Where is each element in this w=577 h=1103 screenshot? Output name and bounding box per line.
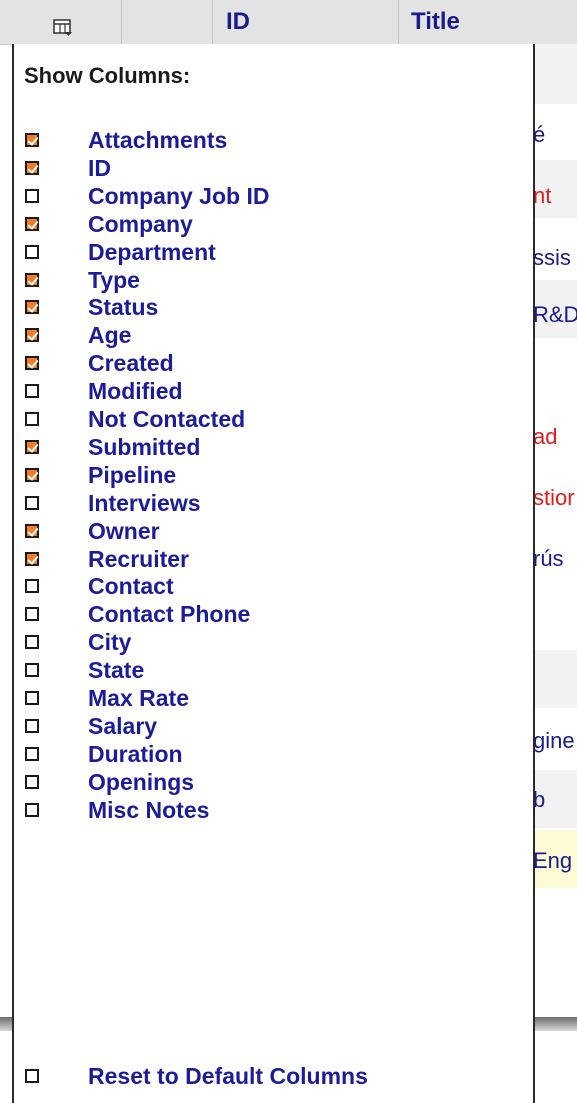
column-header-title[interactable]: Title [411,8,460,36]
row-title-fragment[interactable]: Eng [533,848,572,874]
column-checkbox[interactable] [25,551,39,566]
column-checkbox[interactable] [25,188,39,203]
column-checkbox[interactable] [25,216,39,231]
column-option-misc-notes[interactable]: Misc Notes [24,797,524,825]
column-checkbox[interactable] [25,523,39,538]
column-checkbox[interactable] [25,718,39,733]
column-checkbox[interactable] [25,774,39,789]
row-title-fragment[interactable]: gine [533,728,575,754]
column-option-owner[interactable]: Owner [24,518,524,546]
column-checkbox[interactable] [25,412,39,426]
column-option-interviews[interactable]: Interviews [24,490,524,518]
column-checkbox[interactable] [25,635,39,650]
column-option-city[interactable]: City [24,629,524,657]
column-option-label[interactable]: Pipeline [88,462,176,489]
column-option-label[interactable]: ID [88,155,111,182]
column-option-label[interactable]: Openings [88,769,194,796]
columns-icon[interactable] [53,19,73,37]
column-option-label[interactable]: Not Contacted [88,406,245,433]
column-checkbox[interactable] [25,160,39,175]
column-option-submitted[interactable]: Submitted [24,434,524,462]
column-option-pipeline[interactable]: Pipeline [24,462,524,490]
column-option-label[interactable]: Recruiter [88,546,189,573]
column-option-max-rate[interactable]: Max Rate [24,685,524,713]
column-checkbox[interactable] [25,272,39,287]
column-option-label[interactable]: Company Job ID [88,183,269,210]
column-checkbox[interactable] [25,746,39,761]
row-title-fragment[interactable]: ad [533,424,557,450]
column-checkbox[interactable] [25,802,39,817]
column-option-label[interactable]: Contact [88,573,174,600]
column-checkbox[interactable] [25,439,39,454]
column-option-label[interactable]: Modified [88,378,183,405]
column-option-label[interactable]: City [88,629,131,656]
reset-default-columns-option[interactable]: Reset to Default Columns [24,1063,524,1091]
row-title-fragment[interactable]: rús [533,546,564,572]
column-option-contact[interactable]: Contact [24,573,524,601]
column-option-id[interactable]: ID [24,155,524,183]
table-row [533,44,577,104]
row-title-fragment[interactable]: R&D [533,302,577,328]
table-body-visible-edge: é nt ssis R&D ad stior rús gine b Eng [533,0,577,1103]
header-cell-columns[interactable] [0,0,122,44]
column-option-attachments[interactable]: Attachments [24,127,524,155]
column-option-status[interactable]: Status [24,294,524,322]
column-option-duration[interactable]: Duration [24,741,524,769]
column-checkbox[interactable] [25,607,39,622]
column-option-contact-phone[interactable]: Contact Phone [24,601,524,629]
column-option-not-contacted[interactable]: Not Contacted [24,406,524,434]
column-option-created[interactable]: Created [24,350,524,378]
column-option-label[interactable]: Created [88,350,174,377]
column-option-type[interactable]: Type [24,267,524,295]
column-header-id[interactable]: ID [226,8,250,36]
column-checkbox[interactable] [25,495,39,510]
column-option-company[interactable]: Company [24,211,524,239]
column-option-label[interactable]: Contact Phone [88,601,250,628]
reset-checkbox[interactable] [25,1069,39,1083]
column-option-label[interactable]: Duration [88,741,183,768]
column-option-department[interactable]: Department [24,239,524,267]
column-option-openings[interactable]: Openings [24,769,524,797]
column-option-label[interactable]: State [88,657,144,684]
header-cell-blank [122,0,213,44]
column-option-modified[interactable]: Modified [24,378,524,406]
column-checkbox[interactable] [25,384,39,399]
table-row [533,650,577,708]
column-option-label[interactable]: Max Rate [88,685,189,712]
column-option-company-job-id[interactable]: Company Job ID [24,183,524,211]
column-checkbox[interactable] [25,244,39,259]
column-option-recruiter[interactable]: Recruiter [24,546,524,574]
row-title-fragment[interactable]: stior [533,485,575,511]
column-option-label[interactable]: Type [88,267,140,294]
column-option-label[interactable]: Department [88,239,216,266]
column-checkbox[interactable] [25,467,39,482]
column-checkbox[interactable] [25,328,39,343]
column-checkbox[interactable] [25,133,39,147]
column-option-salary[interactable]: Salary [24,713,524,741]
column-checkbox[interactable] [25,579,39,594]
column-option-label[interactable]: Attachments [88,127,227,154]
column-option-label[interactable]: Misc Notes [88,797,209,824]
table-header: ID Title [0,0,577,45]
column-option-label[interactable]: Salary [88,713,157,740]
row-title-fragment[interactable]: nt [533,183,551,209]
column-checkbox[interactable] [25,663,39,678]
column-option-label[interactable]: Status [88,294,158,321]
column-option-label[interactable]: Owner [88,518,160,545]
column-checkbox[interactable] [25,691,39,705]
row-title-fragment[interactable]: ssis [533,245,571,271]
column-option-label[interactable]: Age [88,322,131,349]
column-option-label[interactable]: Company [88,211,193,238]
column-option-state[interactable]: State [24,657,524,685]
menu-title: Show Columns: [24,63,191,88]
column-option-age[interactable]: Age [24,322,524,350]
column-option-label[interactable]: Submitted [88,434,200,461]
column-checkbox[interactable] [25,356,39,371]
column-option-label[interactable]: Interviews [88,490,201,517]
reset-default-columns-label[interactable]: Reset to Default Columns [88,1063,368,1090]
column-checkbox[interactable] [25,300,39,315]
